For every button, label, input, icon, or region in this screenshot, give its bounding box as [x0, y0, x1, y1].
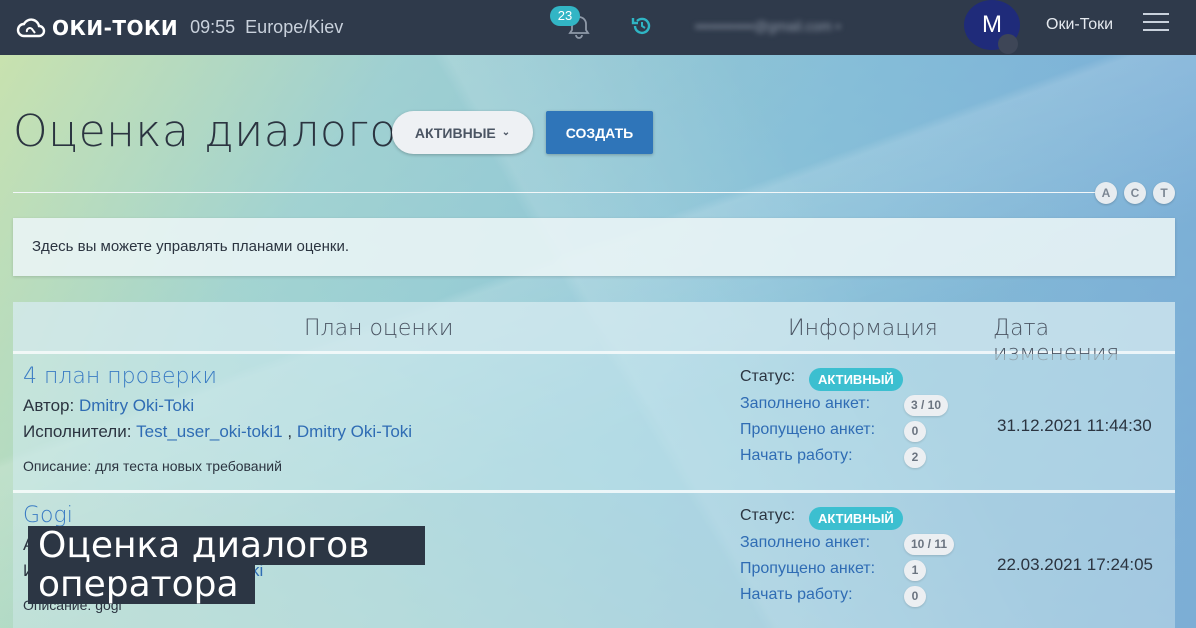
- info-text: Здесь вы можете управлять планами оценки…: [32, 238, 349, 255]
- filled-link[interactable]: Заполнено анкет:: [740, 534, 870, 552]
- font-button-a[interactable]: A: [1095, 182, 1117, 204]
- logo[interactable]: ОКИ-ТОКИ: [16, 16, 178, 40]
- filled-count: 3 / 10: [904, 395, 949, 416]
- table-header: План оценки Информация Дата изменения: [13, 302, 1175, 366]
- executor-link[interactable]: Dmitry Oki-Toki: [297, 422, 412, 441]
- status-label: Статус:: [740, 507, 796, 524]
- filled-count: 10 / 11: [904, 534, 955, 555]
- user-name[interactable]: Оки-Токи: [1046, 16, 1113, 34]
- info-box: Здесь вы можете управлять планами оценки…: [13, 218, 1175, 276]
- timezone: Europe/Kiev: [245, 17, 344, 37]
- caption-overlay: Оценка диалогов оператора: [28, 526, 425, 604]
- avatar-status-dot: [998, 34, 1018, 54]
- executor-separator: ,: [287, 422, 293, 441]
- page-title: Оценка диалогов: [13, 106, 424, 157]
- filter-label: АКТИВНЫЕ: [414, 124, 496, 141]
- plan-description: Описание: для теста новых требований: [23, 458, 282, 474]
- author-link[interactable]: Dmitry Oki-Toki: [79, 396, 194, 415]
- plan-author: Автор: Dmitry Oki-Toki: [23, 396, 194, 416]
- filled-link[interactable]: Заполнено анкет:: [740, 395, 870, 413]
- user-email: ••••••••••••@gmail.com •: [695, 18, 841, 34]
- column-header-plan: План оценки: [304, 316, 454, 341]
- caption-line-2: оператора: [28, 565, 255, 604]
- start-count: 0: [904, 586, 926, 607]
- executor-link[interactable]: Test_user_oki-toki1: [136, 422, 282, 441]
- caption-line-1: Оценка диалогов: [28, 526, 425, 565]
- skipped-count: 0: [904, 421, 926, 442]
- chevron-down-icon: ⌄: [501, 127, 511, 138]
- plan-executors: Исполнители: Test_user_oki-toki1 , Dmitr…: [23, 422, 412, 442]
- status-badge: АКТИВНЫЙ: [809, 368, 903, 391]
- start-count: 2: [904, 447, 926, 468]
- modified-date: 31.12.2021 11:44:30: [997, 416, 1152, 435]
- create-button[interactable]: СОЗДАТЬ: [546, 111, 653, 154]
- history-icon[interactable]: [630, 14, 654, 38]
- status-filter-dropdown[interactable]: АКТИВНЫЕ ⌄: [392, 111, 533, 154]
- executors-label: Исполнители:: [23, 422, 132, 441]
- skipped-link[interactable]: Пропущено анкет:: [740, 421, 875, 439]
- logo-text: ОКИ-ТОКИ: [52, 15, 179, 40]
- status-label: Статус:: [740, 368, 796, 385]
- font-size-controls: A C T: [1095, 182, 1175, 204]
- cloud-logo-icon: [16, 17, 46, 37]
- notification-badge[interactable]: 23: [550, 6, 580, 26]
- skipped-count: 1: [904, 560, 926, 581]
- plan-name-link[interactable]: 4 план проверки: [23, 364, 217, 389]
- table-row: 4 план проверки Автор: Dmitry Oki-Toki И…: [13, 354, 1175, 493]
- start-work-link[interactable]: Начать работу:: [740, 586, 853, 604]
- clock: 09:55: [190, 17, 236, 37]
- column-header-info: Информация: [788, 316, 938, 341]
- skipped-link[interactable]: Пропущено анкет:: [740, 560, 875, 578]
- modified-date: 22.03.2021 17:24:05: [997, 555, 1153, 574]
- hamburger-menu-icon[interactable]: [1143, 13, 1169, 35]
- author-label: Автор:: [23, 396, 75, 415]
- status-badge: АКТИВНЫЙ: [809, 507, 903, 530]
- font-button-t[interactable]: T: [1153, 182, 1175, 204]
- start-work-link[interactable]: Начать работу:: [740, 447, 853, 465]
- divider: [13, 192, 1098, 193]
- font-button-c[interactable]: C: [1124, 182, 1146, 204]
